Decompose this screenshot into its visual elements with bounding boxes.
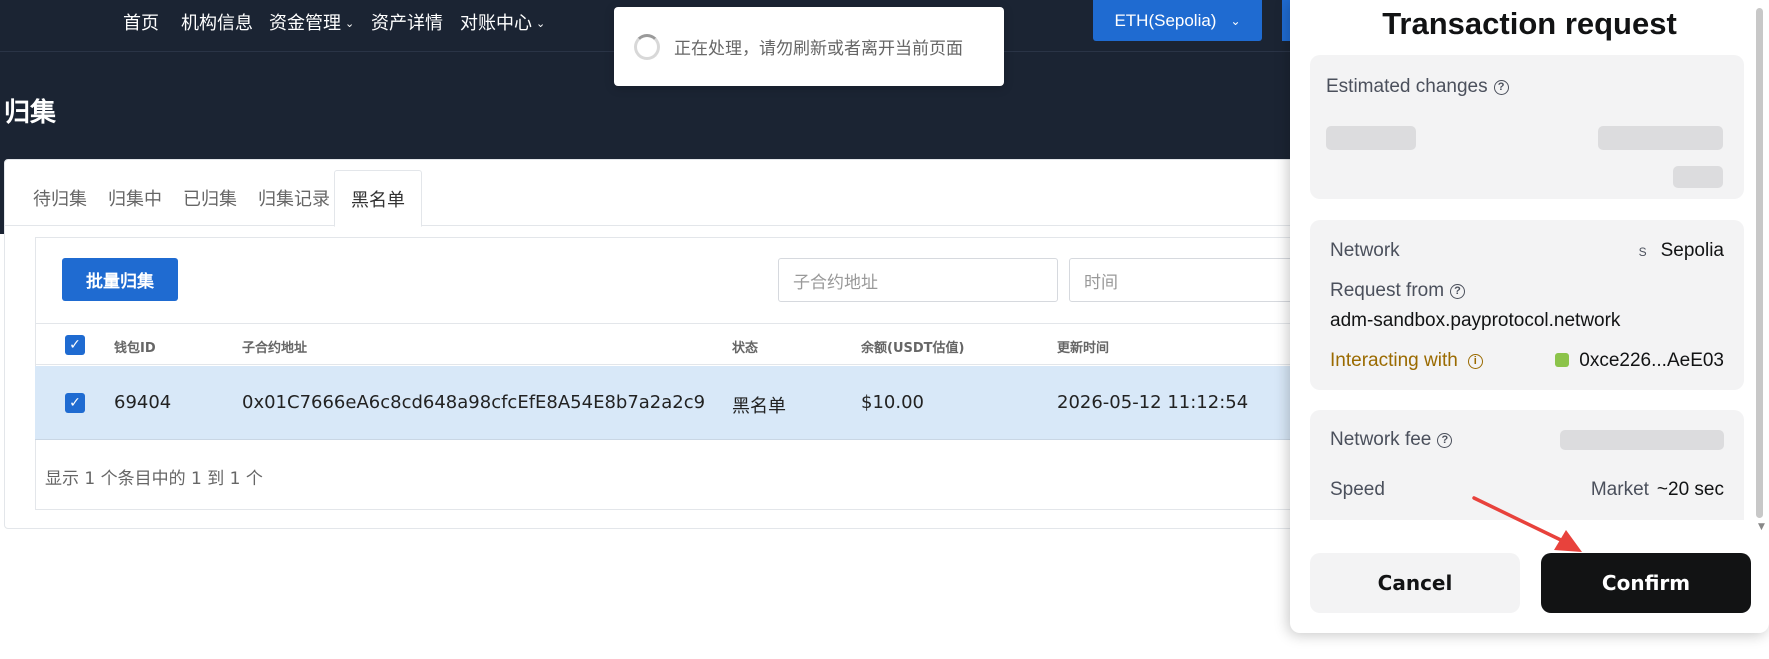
tab-completed[interactable]: 已归集 xyxy=(167,170,253,226)
pagination-info: 显示 1 个条目中的 1 到 1 个 xyxy=(45,469,263,489)
panel-scrollbar[interactable] xyxy=(1756,8,1763,518)
skeleton-placeholder xyxy=(1326,126,1416,150)
bulk-collect-button[interactable]: 批量归集 xyxy=(62,258,178,301)
estimated-changes-section: Estimated changes? xyxy=(1310,55,1744,199)
panel-title: Transaction request xyxy=(1382,6,1677,41)
nav-item-asset-details[interactable]: 资产详情 xyxy=(371,9,443,35)
speed-label: Speed xyxy=(1330,479,1385,500)
spinner-icon xyxy=(634,33,660,60)
col-balance: 余额(USDT估值) xyxy=(861,341,965,356)
cell-wallet-id: 69404 xyxy=(114,392,172,413)
table-row[interactable]: ✓ 69404 0x01C7666eA6c8cd648a98cfcEfE8A54… xyxy=(35,366,1314,440)
address-filter-input[interactable]: 子合约地址 xyxy=(778,258,1058,302)
network-select-button[interactable]: ETH(Sepolia) ⌄ xyxy=(1093,0,1262,41)
speed-value: Market ~20 sec xyxy=(1590,479,1724,500)
table-header: ✓ 钱包ID 子合约地址 状态 余额(USDT估值) 更新时间 xyxy=(35,323,1314,365)
help-icon[interactable]: ? xyxy=(1450,284,1466,299)
cell-status: 黑名单 xyxy=(732,396,786,417)
skeleton-placeholder xyxy=(1598,126,1723,150)
tab-records[interactable]: 归集记录 xyxy=(242,170,346,226)
tab-bar: 待归集 归集中 已归集 归集记录 黑名单 xyxy=(5,170,1315,227)
help-icon[interactable]: ? xyxy=(1493,80,1509,95)
cancel-button[interactable]: Cancel xyxy=(1310,553,1520,613)
info-icon[interactable]: i xyxy=(1467,354,1483,369)
toast-message: 正在处理，请勿刷新或者离开当前页面 xyxy=(674,39,963,59)
help-icon[interactable]: ? xyxy=(1437,433,1453,448)
tab-in-progress[interactable]: 归集中 xyxy=(92,170,178,226)
chevron-down-icon: ⌄ xyxy=(536,17,546,30)
col-wallet-id: 钱包ID xyxy=(114,341,156,356)
time-filter-input[interactable]: 时间 xyxy=(1069,258,1309,302)
request-from-value: adm-sandbox.payprotocol.network xyxy=(1330,310,1621,331)
skeleton-placeholder xyxy=(1560,430,1724,450)
cell-address: 0x01C7666eA6c8cd648a98cfcEfE8A54E8b7a2a2… xyxy=(242,392,706,413)
row-checkbox[interactable]: ✓ xyxy=(65,393,85,413)
page-title: 归集 xyxy=(4,98,57,128)
estimated-changes-label: Estimated changes? xyxy=(1326,76,1509,98)
network-value: S Sepolia xyxy=(1638,240,1724,261)
processing-toast: 正在处理，请勿刷新或者离开当前页面 xyxy=(614,7,1004,86)
chevron-down-icon: ⌄ xyxy=(345,17,355,30)
annotation-arrow-icon xyxy=(1472,496,1582,552)
contract-avatar-icon xyxy=(1555,353,1570,367)
interacting-with-value[interactable]: 0xce226...AeE03 xyxy=(1555,350,1724,372)
nav-item-home[interactable]: 首页 xyxy=(123,9,159,35)
network-fee-label: Network fee? xyxy=(1330,429,1453,451)
skeleton-placeholder xyxy=(1673,166,1723,188)
select-all-checkbox[interactable]: ✓ xyxy=(65,335,85,355)
network-label: Network xyxy=(1330,240,1400,261)
request-from-label: Request from? xyxy=(1330,280,1466,302)
cell-updated: 2026-05-12 11:12:54 xyxy=(1057,392,1249,413)
nav-item-org-info[interactable]: 机构信息 xyxy=(181,9,253,35)
col-address: 子合约地址 xyxy=(242,341,308,356)
col-status: 状态 xyxy=(732,341,759,356)
col-updated: 更新时间 xyxy=(1057,341,1110,356)
confirm-button[interactable]: Confirm xyxy=(1541,553,1751,613)
request-details-section: Network S Sepolia Request from? adm-sandb… xyxy=(1310,220,1744,390)
interacting-with-label: Interacting with i xyxy=(1330,350,1483,372)
nav-item-fund-management[interactable]: 资金管理 ⌄ xyxy=(269,9,354,35)
cell-balance: $10.00 xyxy=(861,392,924,413)
network-badge-icon: S xyxy=(1638,245,1647,259)
scroll-down-icon[interactable]: ▼ xyxy=(1758,522,1765,532)
nav-item-reconciliation[interactable]: 对账中心 ⌄ xyxy=(460,9,545,35)
tab-blacklist[interactable]: 黑名单 xyxy=(334,170,422,227)
tab-pending[interactable]: 待归集 xyxy=(17,170,103,226)
chevron-down-icon: ⌄ xyxy=(1230,13,1241,28)
